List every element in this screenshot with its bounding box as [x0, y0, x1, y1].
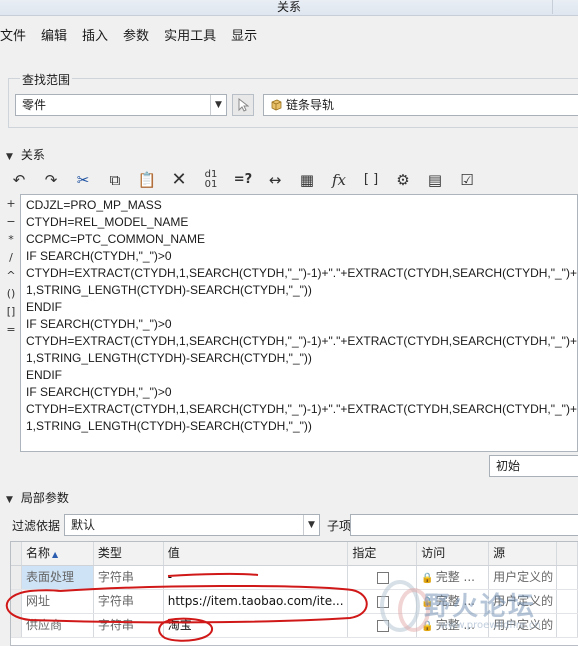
operator-palette: + − * / ^ () [] = — [4, 195, 18, 339]
local-params-label: 局部参数 — [20, 491, 69, 505]
cell-type: 字符串 — [94, 614, 164, 637]
menu-display[interactable]: 显示 — [231, 26, 264, 48]
cell-name[interactable]: 网址 — [22, 590, 94, 613]
copy-icon[interactable]: ⧉ — [104, 169, 126, 191]
table-row[interactable]: 表面处理 字符串 - 🔒 完整 ... 用户定义的 — [11, 566, 578, 590]
pointer-arrow-icon — [238, 97, 250, 112]
cell-access: 🔒 完整 ... — [417, 590, 490, 613]
menu-insert[interactable]: 插入 — [82, 26, 115, 48]
table-header: 名称 ▲ 类型 值 指定 访问 源 — [11, 542, 578, 566]
cell-designate — [348, 566, 418, 589]
lock-icon: 🔒 — [421, 621, 434, 632]
relations-editor[interactable]: CDJZL=PRO_MP_MASS CTYDH=REL_MODEL_NAME C… — [20, 194, 578, 452]
op-plus[interactable]: + — [4, 195, 18, 213]
subitem-label: 子项 — [327, 519, 352, 533]
show-values-icon[interactable]: ▦ — [296, 169, 318, 191]
window-title: 关系 — [276, 0, 301, 14]
cut-icon[interactable]: ✂ — [72, 169, 94, 191]
op-brackets[interactable]: [] — [4, 303, 18, 321]
menu-utilities[interactable]: 实用工具 — [164, 26, 223, 48]
cell-type: 字符串 — [94, 566, 164, 589]
cell-value[interactable]: 淘宝 — [164, 614, 349, 637]
verify-icon[interactable]: ☑ — [456, 169, 478, 191]
switch-units-icon[interactable]: d1 01 — [200, 169, 222, 191]
sort-asc-icon: ▲ — [52, 550, 59, 559]
op-equals[interactable]: = — [4, 321, 18, 339]
table-row[interactable]: 网址 字符串 https://item.taobao.com/ite... 🔒 完… — [11, 590, 578, 614]
col-designate[interactable]: 指定 — [348, 542, 418, 565]
measure-icon[interactable]: ↔ — [264, 169, 286, 191]
brackets-icon[interactable]: [ ] — [360, 169, 382, 191]
col-access[interactable]: 访问 — [417, 542, 490, 565]
filter-value: 默认 — [71, 518, 96, 532]
op-power[interactable]: ^ — [4, 267, 18, 285]
op-parentheses[interactable]: () — [4, 285, 18, 303]
scope-model-field[interactable]: 链条导轨 — [263, 94, 578, 116]
init-select[interactable]: 初始 — [489, 455, 578, 477]
close-button[interactable] — [552, 0, 572, 14]
cell-value[interactable]: - — [164, 566, 349, 589]
collapse-triangle-icon: ▼ — [6, 495, 13, 505]
execute-icon[interactable]: ▤ — [424, 169, 446, 191]
cell-name[interactable]: 供应商 — [22, 614, 94, 637]
local-params-section-header[interactable]: ▼ 局部参数 — [6, 490, 69, 506]
search-scope-label: 查找范围 — [20, 71, 73, 88]
chevron-down-icon: ▼ — [303, 515, 319, 535]
cell-type: 字符串 — [94, 590, 164, 613]
relations-section-header[interactable]: ▼ 关系 — [6, 147, 45, 163]
sort-icon[interactable]: ⚙ — [392, 169, 414, 191]
col-name[interactable]: 名称 ▲ — [22, 542, 94, 565]
cell-designate — [348, 614, 418, 637]
function-icon[interactable]: fx — [328, 169, 350, 191]
col-source[interactable]: 源 — [489, 542, 558, 565]
relations-label: 关系 — [20, 148, 45, 162]
menu-edit[interactable]: 编辑 — [41, 26, 74, 48]
menu-bar: 文件 编辑 插入 参数 实用工具 显示 — [0, 26, 578, 48]
cell-access: 🔒 完整 ... — [417, 614, 490, 637]
designate-checkbox[interactable] — [377, 571, 390, 584]
window-titlebar: 关系 — [0, 0, 578, 16]
cell-source: 用户定义的 — [489, 590, 558, 613]
lock-icon: 🔒 — [421, 597, 434, 608]
lock-icon: 🔒 — [421, 573, 434, 584]
filter-select[interactable]: 默认 ▼ — [64, 514, 320, 536]
menu-parameters[interactable]: 参数 — [123, 26, 156, 48]
col-type[interactable]: 类型 — [94, 542, 164, 565]
relations-toolbar: ↶ ↷ ✂ ⧉ 📋 ✕ d1 01 =? ↔ ▦ fx [ ] ⚙ ▤ ☑ — [8, 167, 488, 193]
collapse-triangle-icon: ▼ — [6, 152, 13, 162]
scope-type-value: 零件 — [22, 98, 47, 112]
undo-icon[interactable]: ↶ — [8, 169, 30, 191]
op-divide[interactable]: / — [4, 249, 18, 267]
local-params-table: 名称 ▲ 类型 值 指定 访问 源 表面处理 字符串 - 🔒 完整 ... 用户定义… — [10, 541, 578, 646]
select-model-button[interactable] — [232, 94, 254, 116]
designate-checkbox[interactable] — [377, 595, 390, 608]
table-row[interactable]: 供应商 字符串 淘宝 🔒 完整 ... 用户定义的 — [11, 614, 578, 638]
redo-icon[interactable]: ↷ — [40, 169, 62, 191]
menu-file[interactable]: 文件 — [0, 26, 33, 48]
filter-label: 过滤依据 — [12, 519, 61, 533]
cell-source: 用户定义的 — [489, 614, 558, 637]
cell-source: 用户定义的 — [489, 566, 558, 589]
scope-type-select[interactable]: 零件 ▼ — [15, 94, 227, 116]
cell-name[interactable]: 表面处理 — [21, 566, 94, 589]
evaluate-icon[interactable]: =? — [232, 169, 254, 191]
paste-icon[interactable]: 📋 — [136, 169, 158, 191]
part-icon — [271, 99, 282, 111]
cell-designate — [348, 590, 418, 613]
scope-model-value: 链条导轨 — [286, 98, 335, 112]
chevron-down-icon: ▼ — [210, 95, 226, 115]
delete-icon[interactable]: ✕ — [168, 169, 190, 191]
subitem-select[interactable] — [350, 514, 578, 536]
op-minus[interactable]: − — [4, 213, 18, 231]
col-value[interactable]: 值 — [164, 542, 349, 565]
cell-access: 🔒 完整 ... — [417, 566, 490, 589]
cell-value[interactable]: https://item.taobao.com/ite... — [164, 590, 349, 613]
init-value: 初始 — [496, 459, 521, 473]
op-multiply[interactable]: * — [4, 231, 18, 249]
designate-checkbox[interactable] — [377, 619, 390, 632]
